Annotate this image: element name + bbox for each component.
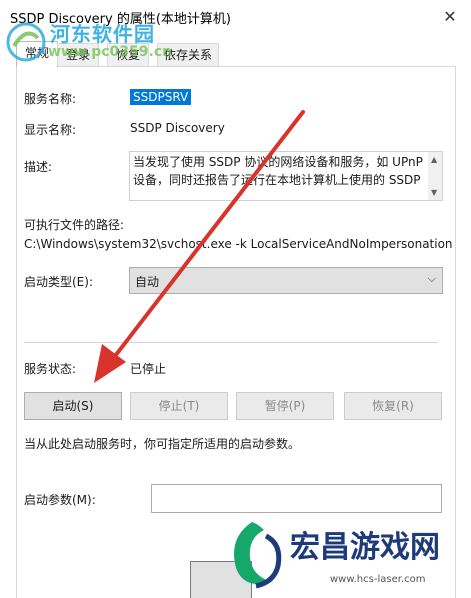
watermark-logo-icon xyxy=(6,22,46,62)
watermark-top-url: www.pc0359.cn xyxy=(48,44,173,60)
watermark-bottom-title: 宏昌游戏网 xyxy=(290,530,440,565)
annotation-arrow xyxy=(94,110,305,383)
watermark-top: 河东软件园 www.pc0359.cn xyxy=(4,18,214,68)
arrow-shaft xyxy=(110,110,305,362)
watermark-bottom: 宏昌游戏网 www.hcs-laser.com xyxy=(218,512,471,597)
watermark-top-title: 河东软件园 xyxy=(50,22,155,46)
watermark-bottom-url: www.hcs-laser.com xyxy=(330,574,426,585)
watermark-dragon-icon xyxy=(234,522,282,589)
